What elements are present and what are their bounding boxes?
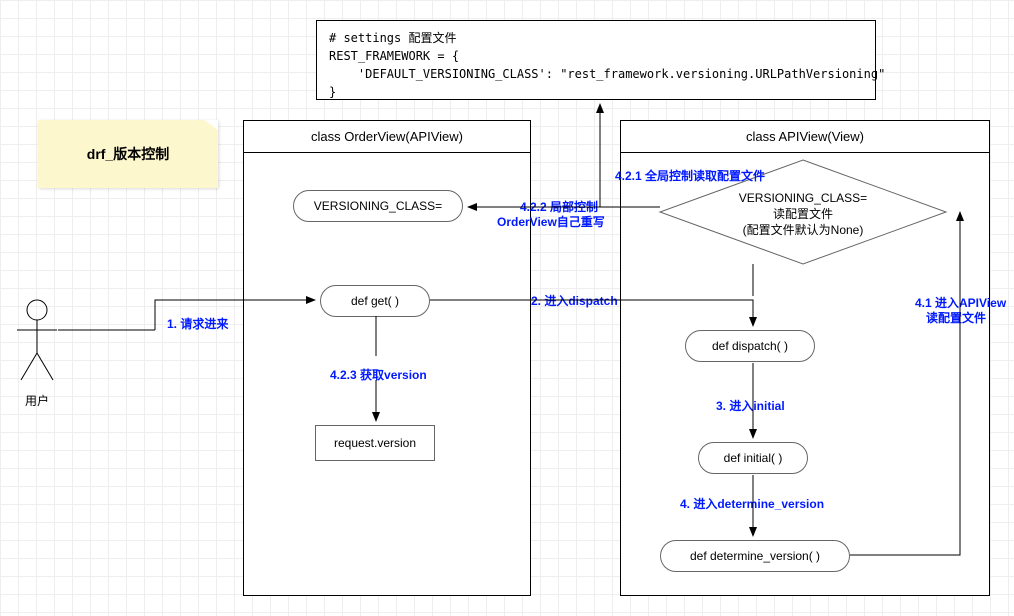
apiview-def-initial: def initial( ) [698, 442, 808, 474]
apiview-def-determine: def determine_version( ) [660, 540, 850, 572]
diamond-line3: (配置文件默认为None) [743, 222, 864, 237]
label-2: 2. 进入dispatch [531, 292, 618, 309]
label-4: 4. 进入determine_version [680, 495, 824, 512]
diamond-line2: 读配置文件 [773, 206, 833, 221]
label-41b: 读配置文件 [926, 309, 986, 326]
title-note: drf_版本控制 [38, 120, 218, 188]
apiview-title: class APIView(View) [621, 121, 989, 153]
label-422b: OrderView自己重写 [497, 213, 605, 230]
orderview-request-version: request.version [315, 425, 435, 461]
diamond-line1: VERSIONING_CLASS= [739, 191, 867, 205]
apiview-def-dispatch: def dispatch( ) [685, 330, 815, 362]
label-421: 4.2.1 全局控制读取配置文件 [615, 167, 765, 184]
label-1: 1. 请求进来 [167, 315, 228, 332]
orderview-def-get: def get( ) [320, 285, 430, 317]
user-actor: 用户 [15, 298, 59, 409]
label-423: 4.2.3 获取version [330, 366, 427, 383]
label-3: 3. 进入initial [716, 397, 785, 414]
orderview-versioning-class: VERSIONING_CLASS= [293, 190, 463, 222]
orderview-title: class OrderView(APIView) [244, 121, 530, 153]
note-text: drf_版本控制 [87, 144, 169, 164]
settings-code-box: # settings 配置文件 REST_FRAMEWORK = { 'DEFA… [316, 20, 876, 100]
user-label: 用户 [15, 392, 59, 409]
